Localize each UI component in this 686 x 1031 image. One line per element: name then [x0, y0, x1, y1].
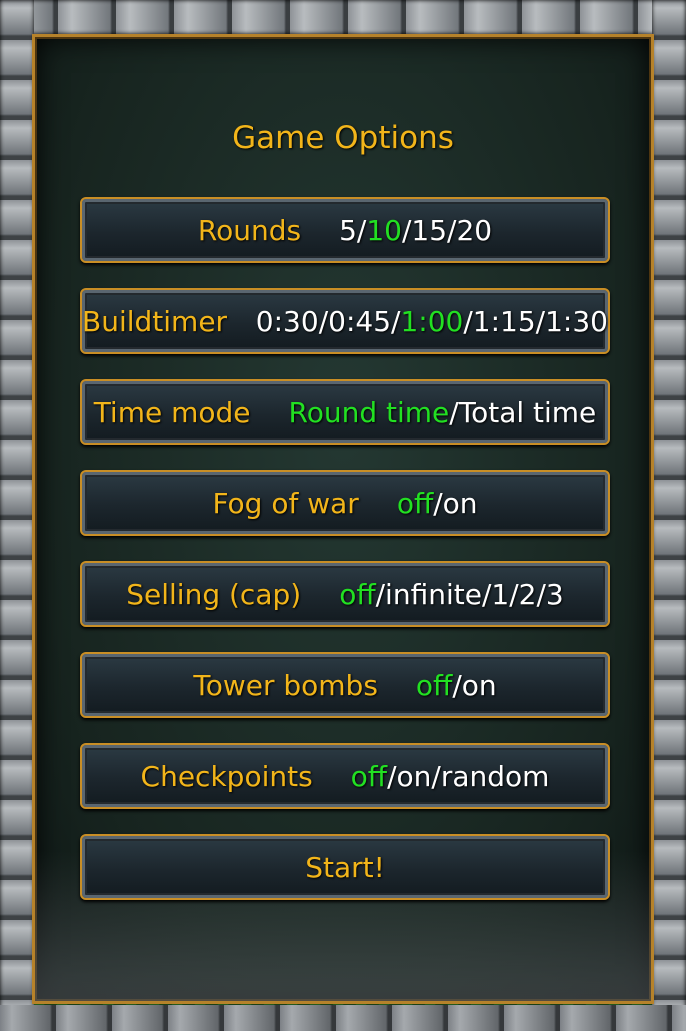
- rounds-button[interactable]: Rounds 5/10/15/20: [80, 197, 610, 263]
- time-mode-button[interactable]: Time mode Round time/Total time: [80, 379, 610, 445]
- checkpoints-option-random: random: [440, 759, 550, 793]
- buildtimer-option-0-30: 0:30: [255, 304, 319, 338]
- fog-of-war-options: off/on: [397, 487, 478, 520]
- rounds-option-20: 20: [456, 213, 493, 247]
- buildtimer-option-1-30: 1:30: [545, 304, 608, 338]
- fog-option-on: on: [442, 486, 478, 520]
- stone-wall-bottom: [0, 1005, 686, 1031]
- selling-cap-button[interactable]: Selling (cap) off/infinite/1/2/3: [80, 561, 610, 627]
- option-separator: /: [318, 304, 329, 338]
- option-separator: /: [356, 213, 367, 247]
- checkpoints-label: Checkpoints: [140, 759, 313, 793]
- buildtimer-label: Buildtimer: [82, 304, 228, 338]
- start-label: Start!: [305, 850, 385, 884]
- panel-title: Game Options: [232, 120, 454, 156]
- rounds-option-5: 5: [339, 213, 357, 247]
- tower-bombs-button[interactable]: Tower bombs off/on: [80, 652, 610, 718]
- buildtimer-option-1-00: 1:00: [400, 304, 464, 338]
- option-separator: /: [449, 395, 459, 429]
- start-button[interactable]: Start!: [80, 834, 610, 900]
- selling-option-1: 1: [491, 577, 510, 611]
- selling-cap-label: Selling (cap): [126, 577, 302, 611]
- rounds-option-15: 15: [411, 213, 448, 247]
- towerbombs-option-on: on: [461, 668, 497, 702]
- buildtimer-option-0-45: 0:45: [328, 304, 392, 338]
- buildtimer-button[interactable]: Buildtimer 0:30/0:45/1:00/1:15/1:30: [80, 288, 610, 354]
- option-separator: /: [463, 304, 473, 338]
- fog-of-war-label: Fog of war: [212, 486, 359, 520]
- checkpoints-option-off: off: [350, 759, 388, 793]
- towerbombs-option-off: off: [415, 668, 453, 702]
- option-separator: /: [431, 759, 441, 793]
- tower-bombs-label: Tower bombs: [193, 668, 378, 702]
- fog-option-off: off: [396, 486, 434, 520]
- option-separator: /: [433, 486, 443, 520]
- tower-bombs-options: off/on: [416, 669, 497, 702]
- timemode-option-total-time: Total time: [458, 395, 597, 429]
- rounds-option-10: 10: [366, 213, 402, 247]
- option-separator: /: [535, 304, 546, 338]
- option-separator: /: [509, 577, 519, 611]
- rounds-label: Rounds: [197, 213, 302, 247]
- selling-cap-options: off/infinite/1/2/3: [339, 578, 564, 611]
- option-separator: /: [387, 759, 397, 793]
- checkpoints-option-on: on: [396, 759, 432, 793]
- option-separator: /: [536, 577, 546, 611]
- selling-option-2: 2: [518, 577, 537, 611]
- buildtimer-options: 0:30/0:45/1:00/1:15/1:30: [256, 305, 608, 338]
- option-separator: /: [481, 577, 492, 611]
- checkpoints-options: off/on/random: [351, 760, 550, 793]
- timemode-option-round-time: Round time: [288, 395, 450, 429]
- fog-of-war-button[interactable]: Fog of war off/on: [80, 470, 610, 536]
- stone-wall-top: [0, 0, 686, 34]
- buildtimer-option-1-15: 1:15: [472, 304, 536, 338]
- selling-option-off: off: [339, 577, 376, 611]
- selling-option-infinite: infinite: [385, 577, 482, 611]
- time-mode-options: Round time/Total time: [289, 396, 597, 429]
- rounds-options: 5/10/15/20: [339, 214, 492, 247]
- selling-option-3: 3: [545, 577, 564, 611]
- time-mode-label: Time mode: [93, 395, 251, 429]
- option-separator: /: [452, 668, 462, 702]
- option-separator: /: [375, 577, 386, 611]
- checkpoints-button[interactable]: Checkpoints off/on/random: [80, 743, 610, 809]
- option-separator: /: [401, 213, 412, 247]
